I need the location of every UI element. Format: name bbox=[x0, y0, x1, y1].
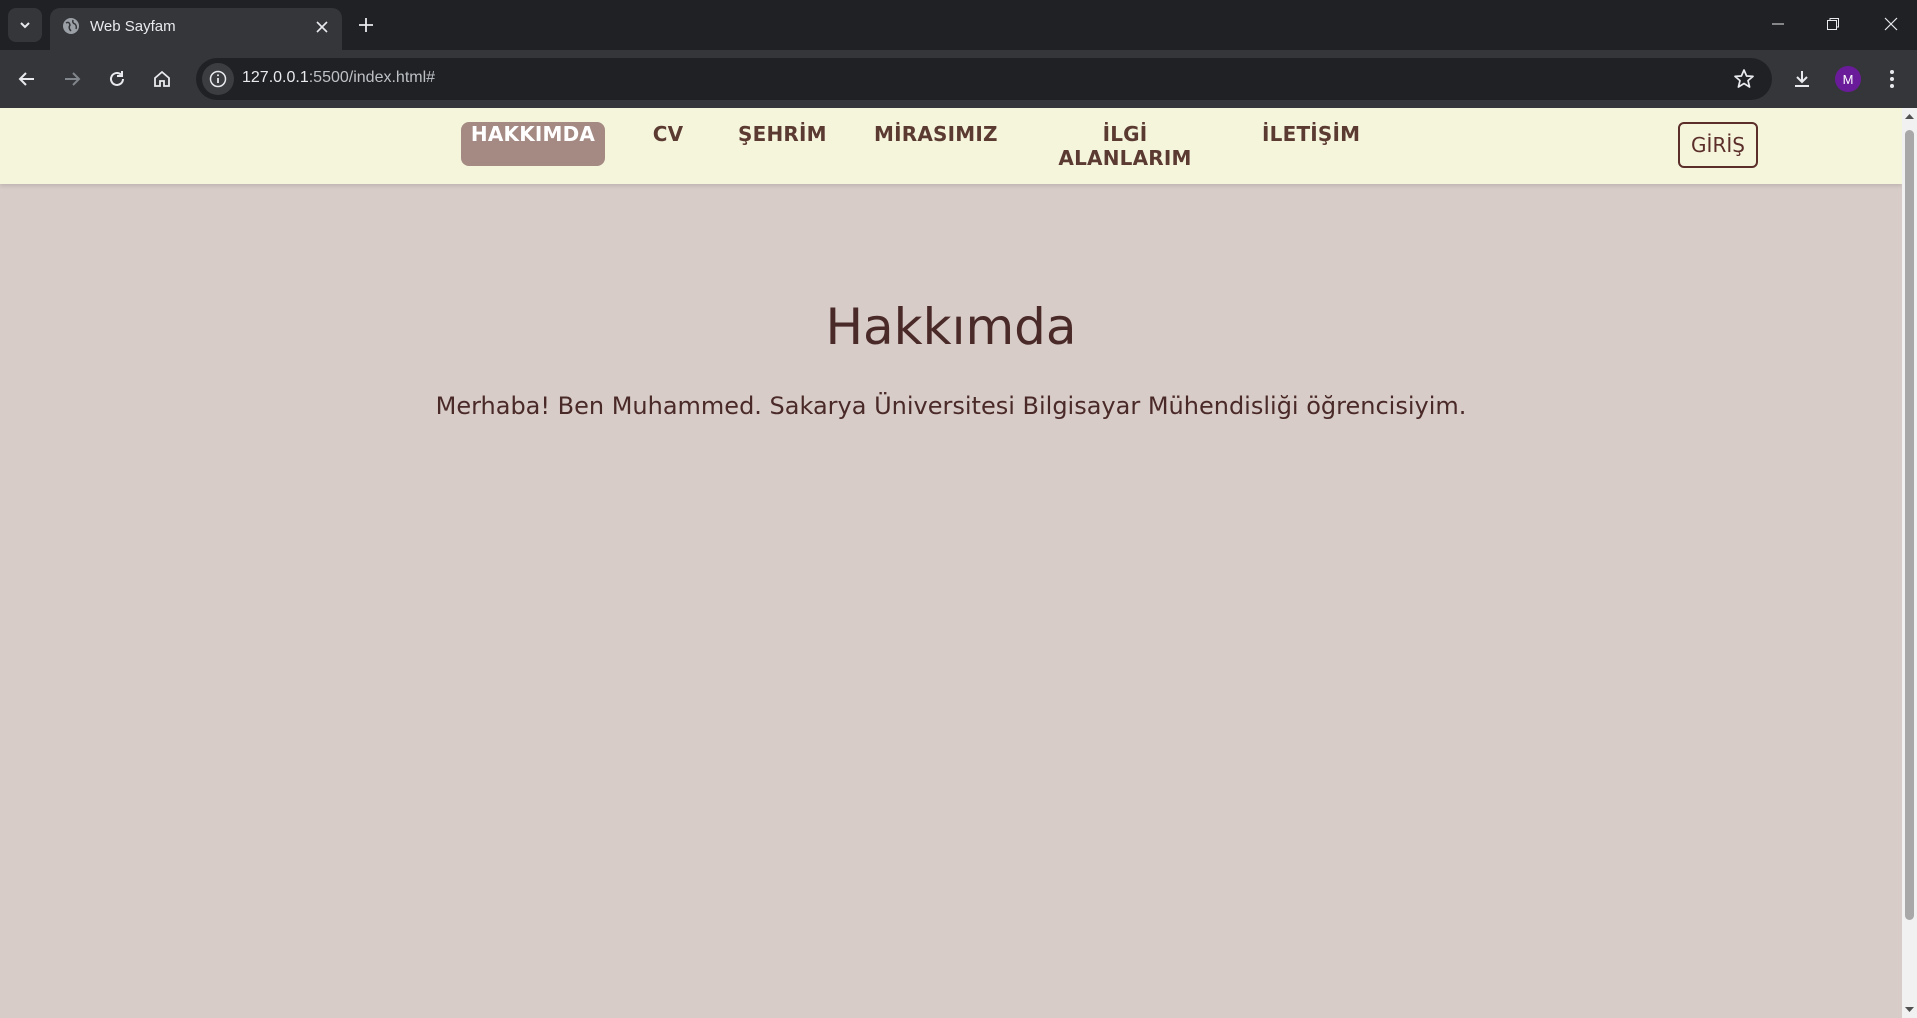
download-icon bbox=[1795, 71, 1809, 87]
tab-title: Web Sayfam bbox=[90, 18, 176, 35]
page-viewport: HAKKIMDA CV ŞEHRİM MİRASIMIZ İLGİ ALANLA… bbox=[0, 108, 1917, 1018]
restore-icon bbox=[1827, 18, 1839, 30]
globe-icon bbox=[63, 18, 79, 34]
home-button[interactable] bbox=[148, 65, 176, 93]
site-info-button[interactable] bbox=[202, 63, 234, 95]
new-tab-button[interactable] bbox=[354, 13, 378, 37]
browser-tab[interactable]: Web Sayfam bbox=[50, 8, 342, 50]
forward-button[interactable] bbox=[58, 65, 86, 93]
address-bar[interactable]: 127.0.0.1:5500/index.html# bbox=[196, 58, 1772, 100]
minimize-icon bbox=[1772, 23, 1784, 25]
minimize-button[interactable] bbox=[1766, 12, 1790, 36]
url-host: 127.0.0.1 bbox=[242, 69, 309, 86]
site-navbar: HAKKIMDA CV ŞEHRİM MİRASIMIZ İLGİ ALANLA… bbox=[0, 108, 1902, 184]
nav-item-sehrim[interactable]: ŞEHRİM bbox=[738, 122, 827, 166]
restore-button[interactable] bbox=[1821, 12, 1845, 36]
chevron-down-icon bbox=[20, 22, 30, 29]
browser-tab-strip: Web Sayfam bbox=[0, 0, 1917, 50]
tab-search-button[interactable] bbox=[8, 8, 42, 42]
reload-button[interactable] bbox=[103, 65, 131, 93]
url-path: :5500/index.html# bbox=[308, 69, 436, 86]
scroll-thumb[interactable] bbox=[1905, 130, 1914, 920]
close-window-button[interactable] bbox=[1879, 12, 1903, 36]
page-scrollbar[interactable] bbox=[1902, 108, 1917, 1018]
reload-icon bbox=[110, 71, 124, 86]
url-text: 127.0.0.1:5500/index.html# bbox=[242, 69, 435, 87]
arrow-left-icon bbox=[18, 72, 34, 86]
browser-menu-button[interactable] bbox=[1878, 65, 1906, 93]
more-vertical-icon bbox=[1890, 70, 1894, 88]
scroll-up-icon[interactable] bbox=[1904, 111, 1915, 122]
scroll-down-icon[interactable] bbox=[1904, 1004, 1915, 1015]
bookmark-star-icon[interactable] bbox=[1732, 67, 1756, 91]
nav-item-iletisim[interactable]: İLETİŞİM bbox=[1262, 122, 1360, 166]
downloads-button[interactable] bbox=[1788, 65, 1816, 93]
nav-item-hakkimda[interactable]: HAKKIMDA bbox=[461, 122, 605, 166]
page-title: Hakkımda bbox=[825, 298, 1077, 356]
intro-text: Merhaba! Ben Muhammed. Sakarya Üniversit… bbox=[435, 392, 1467, 420]
nav-item-ilgi-alanlarim[interactable]: İLGİ ALANLARIM bbox=[1041, 122, 1209, 170]
info-icon bbox=[209, 70, 227, 88]
close-icon bbox=[316, 21, 328, 33]
login-button[interactable]: GİRİŞ bbox=[1678, 122, 1758, 168]
close-icon bbox=[1884, 17, 1898, 31]
back-button[interactable] bbox=[13, 65, 41, 93]
browser-toolbar: 127.0.0.1:5500/index.html# M bbox=[0, 50, 1917, 108]
tab-close-button[interactable] bbox=[312, 17, 332, 37]
nav-item-cv[interactable]: CV bbox=[650, 122, 686, 166]
home-icon bbox=[154, 70, 170, 87]
arrow-right-icon bbox=[65, 72, 81, 86]
nav-item-mirasimiz[interactable]: MİRASIMIZ bbox=[874, 122, 998, 166]
profile-avatar[interactable]: M bbox=[1835, 66, 1861, 92]
